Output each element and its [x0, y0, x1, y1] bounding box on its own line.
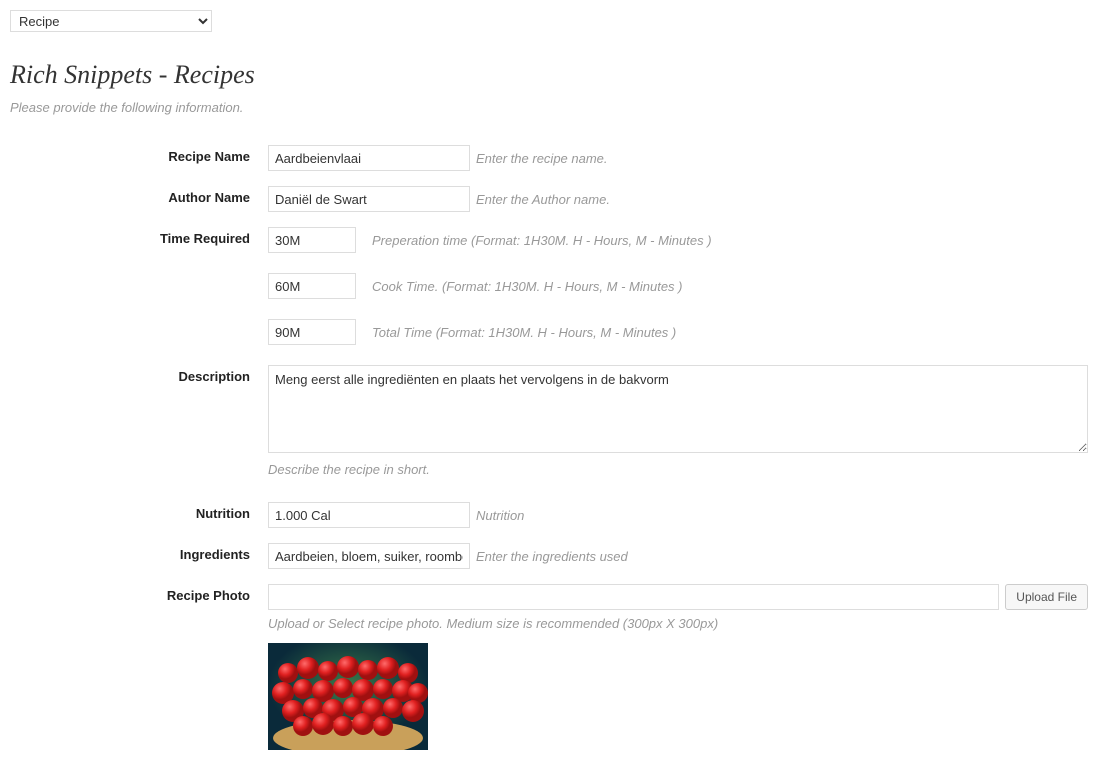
cook-time-input[interactable]: [268, 273, 356, 299]
nutrition-hint: Nutrition: [476, 508, 524, 523]
author-name-label: Author Name: [10, 186, 268, 205]
author-name-hint: Enter the Author name.: [476, 192, 610, 207]
recipe-photo-hint: Upload or Select recipe photo. Medium si…: [268, 616, 1098, 631]
author-name-input[interactable]: [268, 186, 470, 212]
ingredients-hint: Enter the ingredients used: [476, 549, 628, 564]
time-required-label: Time Required: [10, 227, 268, 246]
recipe-name-label: Recipe Name: [10, 145, 268, 164]
recipe-name-hint: Enter the recipe name.: [476, 151, 608, 166]
nutrition-label: Nutrition: [10, 502, 268, 521]
prep-time-hint: Preperation time (Format: 1H30M. H - Hou…: [372, 233, 712, 248]
description-label: Description: [10, 365, 268, 384]
recipe-photo-preview: [268, 643, 428, 750]
recipe-photo-label: Recipe Photo: [10, 584, 268, 603]
ingredients-label: Ingredients: [10, 543, 268, 562]
prep-time-input[interactable]: [268, 227, 356, 253]
type-dropdown[interactable]: Recipe: [10, 10, 212, 32]
page-subtitle: Please provide the following information…: [10, 100, 1098, 115]
description-textarea[interactable]: [268, 365, 1088, 453]
description-hint: Describe the recipe in short.: [268, 462, 1098, 477]
nutrition-input[interactable]: [268, 502, 470, 528]
recipe-photo-input[interactable]: [268, 584, 999, 610]
total-time-input[interactable]: [268, 319, 356, 345]
ingredients-input[interactable]: [268, 543, 470, 569]
recipe-name-input[interactable]: [268, 145, 470, 171]
total-time-hint: Total Time (Format: 1H30M. H - Hours, M …: [372, 325, 676, 340]
page-title: Rich Snippets - Recipes: [10, 60, 1098, 90]
upload-file-button[interactable]: Upload File: [1005, 584, 1088, 610]
cook-time-hint: Cook Time. (Format: 1H30M. H - Hours, M …: [372, 279, 683, 294]
